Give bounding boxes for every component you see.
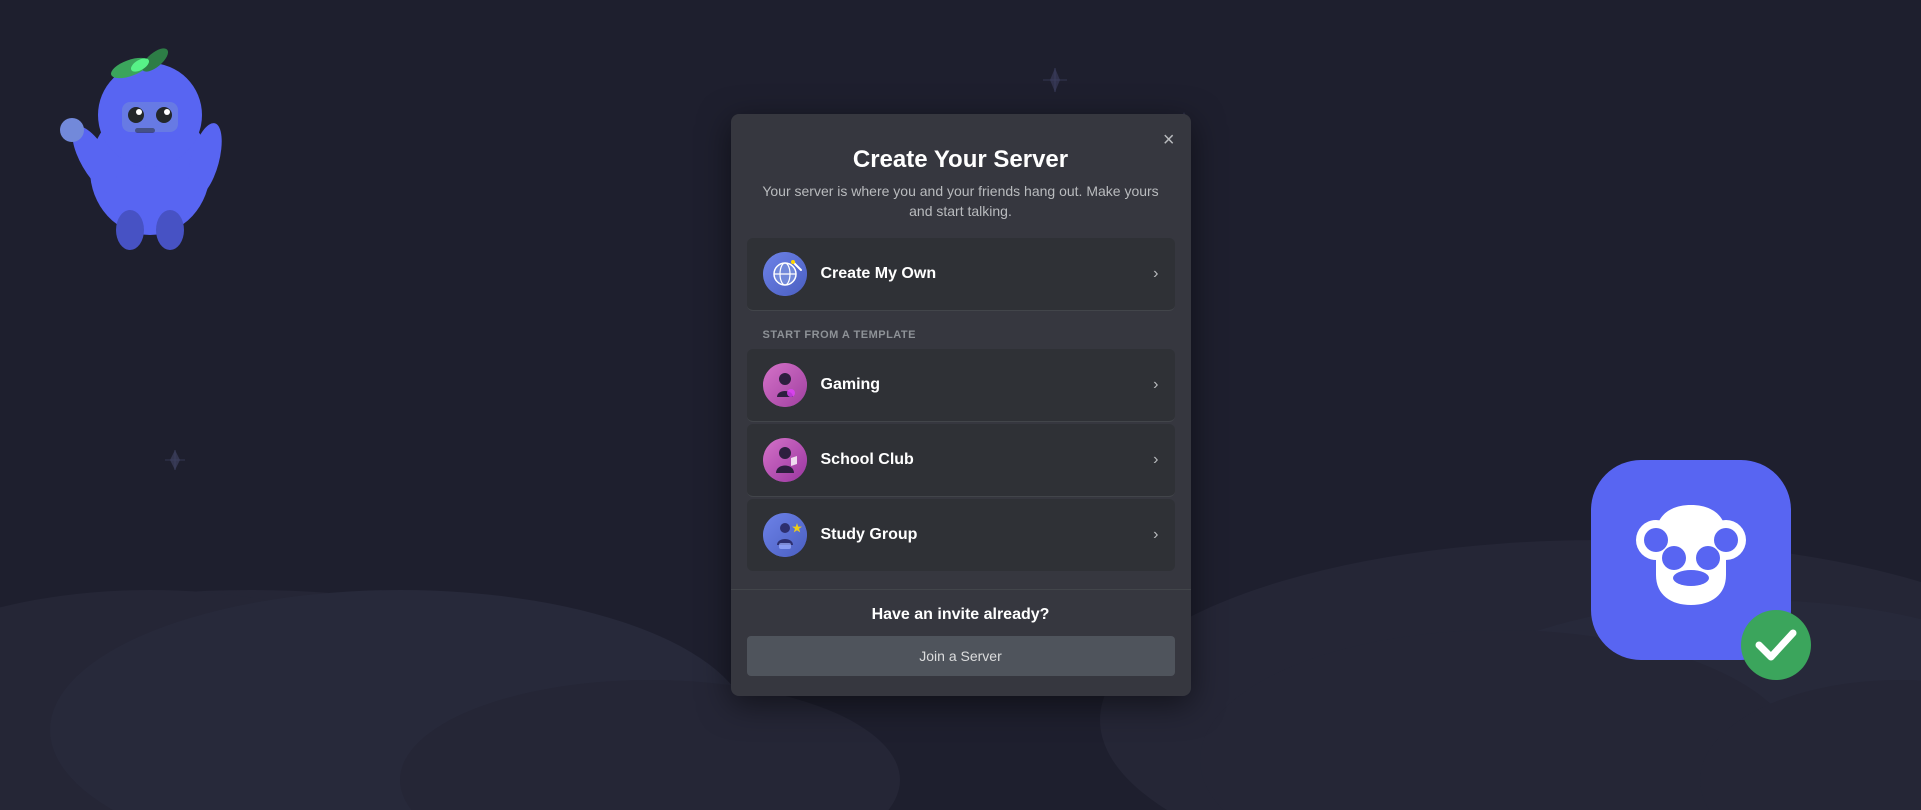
create-my-own-icon: [763, 252, 807, 296]
school-club-chevron: ›: [1153, 451, 1158, 469]
modal-overlay: × Create Your Server Your server is wher…: [0, 0, 1921, 810]
modal-footer: Have an invite already? Join a Server: [731, 589, 1191, 696]
school-club-item[interactable]: School Club ›: [747, 424, 1175, 497]
study-group-icon: [763, 513, 807, 557]
create-my-own-item[interactable]: Create My Own ›: [747, 238, 1175, 311]
create-my-own-chevron: ›: [1153, 265, 1158, 283]
modal-subtitle: Your server is where you and your friend…: [755, 182, 1167, 221]
join-server-button[interactable]: Join a Server: [747, 636, 1175, 676]
study-group-label: Study Group: [821, 526, 1154, 544]
create-server-modal: × Create Your Server Your server is wher…: [731, 114, 1191, 695]
create-my-own-label: Create My Own: [821, 265, 1154, 283]
gaming-item[interactable]: Gaming ›: [747, 349, 1175, 422]
gaming-chevron: ›: [1153, 376, 1158, 394]
school-club-label: School Club: [821, 451, 1154, 469]
close-button[interactable]: ×: [1163, 130, 1175, 150]
section-template-label: START FROM A TEMPLATE: [747, 313, 1175, 349]
modal-title: Create Your Server: [755, 146, 1167, 174]
footer-title: Have an invite already?: [747, 606, 1175, 624]
gaming-icon: [763, 363, 807, 407]
modal-body: Create My Own › START FROM A TEMPLATE: [731, 238, 1191, 589]
modal-header: Create Your Server Your server is where …: [731, 114, 1191, 237]
study-group-item[interactable]: Study Group ›: [747, 499, 1175, 571]
gaming-label: Gaming: [821, 376, 1154, 394]
study-group-chevron: ›: [1153, 526, 1158, 544]
school-club-icon: [763, 438, 807, 482]
